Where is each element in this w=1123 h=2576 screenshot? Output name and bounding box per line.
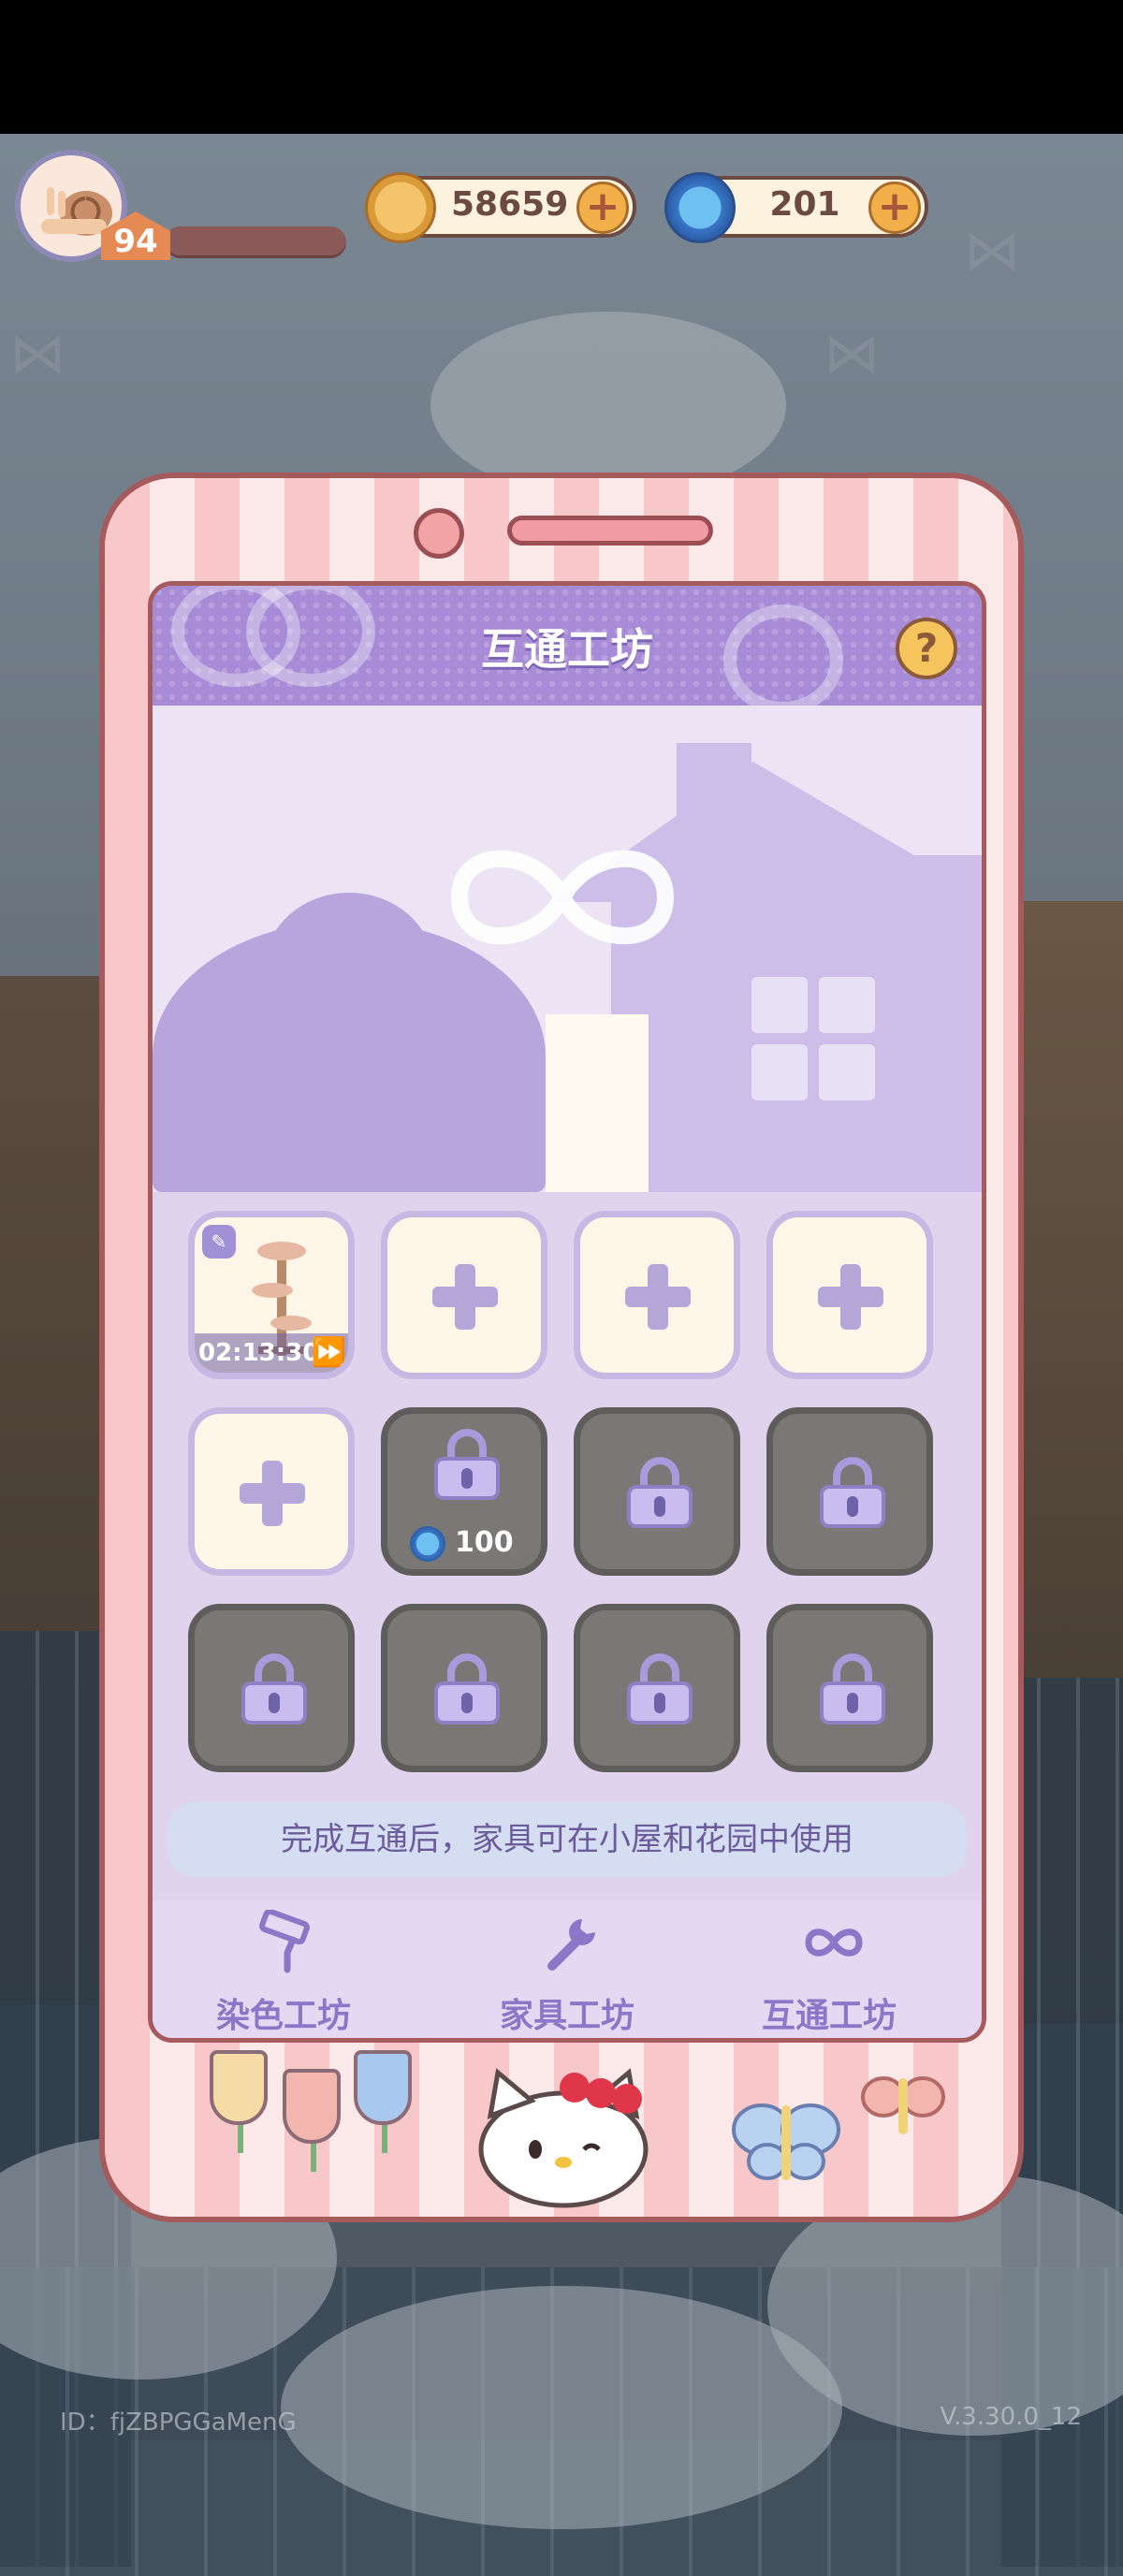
crafting-slot-locked[interactable] [381, 1604, 547, 1772]
paint-roller-icon [259, 1910, 310, 1973]
crafting-slot-active[interactable]: ✎ 02:13:30 ⏩ [188, 1211, 355, 1379]
add-coins-button[interactable]: + [576, 182, 629, 234]
lock-icon [434, 1653, 500, 1725]
clover-coin-icon [365, 172, 436, 243]
tab-interop-workshop[interactable]: 互通工坊 [707, 1910, 951, 2038]
butterfly-pink-icon [861, 2076, 945, 2134]
gem-amount: 201 [769, 185, 840, 224]
workshop-phone-frame: 互通工坊 ? ✎ 02:13:30 ⏩ 100 完成互通后，家具可在小屋和花园中… [99, 473, 1024, 2222]
crafting-slot-locked-purchasable[interactable]: 100 [381, 1407, 547, 1576]
gem-counter: 201 + [664, 172, 928, 243]
workshop-panel: 互通工坊 ? ✎ 02:13:30 ⏩ 100 完成互通后，家具可在小屋和花园中… [148, 581, 986, 2043]
bush [265, 893, 433, 1042]
workshop-tabs: 染色工坊 家具工坊 互通工坊 [153, 1900, 982, 2038]
help-button[interactable]: ? [896, 618, 957, 679]
player-id: ID：fjZBPGGaMenG [60, 2409, 297, 2437]
house-window [819, 977, 875, 1033]
info-banner: 完成互通后，家具可在小屋和花园中使用 [168, 1802, 967, 1877]
bow-pattern-icon: ⋈ [9, 321, 66, 386]
plus-icon [625, 1264, 691, 1330]
bow-pattern-icon: ⋈ [964, 218, 1020, 284]
crafting-slot-locked[interactable] [766, 1407, 933, 1576]
cat-badge-icon: ✎ [202, 1225, 236, 1259]
background-cloud [281, 2286, 842, 2529]
crafting-slot-locked[interactable] [574, 1407, 740, 1576]
add-gems-button[interactable]: + [868, 182, 921, 234]
butterfly-blue-icon [732, 2103, 840, 2180]
tab-label: 互通工坊 [761, 1997, 897, 2035]
player-level: 94 [113, 223, 158, 260]
page-title: 互通工坊 [481, 624, 653, 675]
title-bar: 互通工坊 ? [153, 586, 982, 715]
house-window [751, 977, 808, 1033]
lock-icon [434, 1429, 500, 1500]
unlock-cost-amount: 100 [455, 1526, 514, 1559]
infinity-loop-icon [450, 850, 675, 945]
crafting-slot-locked[interactable] [574, 1604, 740, 1772]
crafting-slot-empty[interactable] [766, 1211, 933, 1379]
plus-icon [432, 1264, 498, 1330]
hello-kitty-icon [478, 2068, 649, 2208]
blue-swirl-icon [410, 1526, 445, 1562]
blue-swirl-icon [664, 172, 736, 243]
lock-icon [241, 1653, 307, 1725]
status-bar [0, 0, 1123, 134]
lock-icon [627, 1457, 693, 1528]
tab-label: 染色工坊 [215, 1997, 351, 2035]
plus-icon [240, 1461, 305, 1526]
infinity-loop-icon [805, 1928, 863, 1957]
crafting-slot-empty[interactable] [574, 1211, 740, 1379]
coin-counter: 58659 + [365, 172, 636, 243]
xp-progress-bar [165, 226, 346, 258]
wrench-icon [547, 1919, 595, 1971]
tab-dye-workshop[interactable]: 染色工坊 [162, 1910, 405, 2038]
phone-speaker [507, 516, 713, 546]
house-window [819, 1044, 875, 1100]
crafting-slot-empty[interactable] [381, 1211, 547, 1379]
version-label: V.3.30.0_12 [940, 2403, 1082, 2431]
crafting-slot-empty[interactable] [188, 1407, 355, 1576]
house-window [751, 1044, 808, 1100]
plus-icon [818, 1264, 883, 1330]
crafting-slot-locked[interactable] [188, 1604, 355, 1772]
lock-icon [820, 1653, 885, 1725]
crafting-timer-text: 02:13:30 [198, 1339, 320, 1367]
tab-label: 家具工坊 [499, 1997, 634, 2035]
lock-icon [627, 1653, 693, 1725]
workshop-illustration [153, 706, 982, 1192]
phone-camera-icon [414, 508, 464, 559]
tulip-pink-icon [283, 2069, 341, 2144]
tab-furniture-workshop[interactable]: 家具工坊 [445, 1910, 689, 2038]
lock-icon [820, 1457, 885, 1528]
house-door [546, 1014, 649, 1192]
coin-amount: 58659 [451, 185, 569, 224]
background-cloud [430, 312, 786, 499]
level-badge: 94 [101, 211, 170, 260]
crafting-slot-locked[interactable] [766, 1604, 933, 1772]
tulip-blue-icon [354, 2050, 412, 2125]
fast-forward-icon[interactable]: ⏩ [312, 1336, 346, 1369]
bow-pattern-icon: ⋈ [824, 321, 880, 386]
tulip-yellow-icon [210, 2050, 268, 2125]
